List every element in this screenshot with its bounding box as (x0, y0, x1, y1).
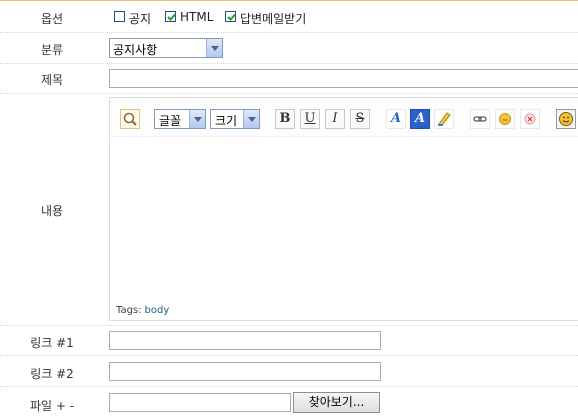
background-color-button[interactable]: A (410, 109, 430, 129)
underline-button[interactable]: U (300, 109, 320, 129)
reply-email-checkbox[interactable] (225, 11, 236, 22)
remove-format-icon[interactable] (520, 109, 540, 129)
editor-toolbar: 글꼴 크기 B U I S A A (110, 98, 578, 137)
checkmark-icon (167, 13, 176, 21)
row-divider (0, 63, 578, 64)
link2-label: 링크 #2 (30, 367, 74, 381)
row-divider (0, 386, 578, 387)
strikethrough-button[interactable]: S (350, 109, 370, 129)
file-label: 파일 + - (29, 399, 75, 413)
font-color-button[interactable]: A (386, 109, 406, 129)
italic-button[interactable]: I (325, 109, 345, 129)
notice-checkbox-label: 공지 (129, 12, 152, 26)
tags-value[interactable]: body (145, 305, 170, 316)
title-label: 제목 (40, 73, 64, 87)
search-icon[interactable] (120, 109, 140, 129)
title-input[interactable] (109, 69, 578, 88)
tags-label: Tags: (116, 305, 142, 316)
chevron-down-icon[interactable] (206, 39, 222, 57)
chevron-down-icon[interactable] (243, 110, 259, 128)
link1-input[interactable] (109, 331, 381, 350)
smiley-icon[interactable] (556, 109, 576, 129)
tags-path: Tags: body (116, 305, 169, 316)
category-select[interactable]: 공지사항 (109, 38, 223, 58)
link-icon[interactable] (470, 109, 490, 129)
font-family-value: 글꼴 (159, 114, 182, 128)
content-editor[interactable]: 글꼴 크기 B U I S A A Tags: body (109, 97, 578, 321)
font-family-select[interactable]: 글꼴 (154, 109, 206, 129)
bold-button[interactable]: B (275, 109, 295, 129)
browse-button[interactable]: 찾아보기... (293, 392, 380, 413)
chevron-down-icon[interactable] (189, 110, 205, 128)
row-divider (0, 355, 578, 356)
category-selected-value: 공지사항 (113, 43, 158, 57)
top-accent-line (0, 0, 578, 1)
highlighter-icon[interactable] (434, 109, 454, 129)
file-input[interactable] (109, 393, 291, 412)
link2-input[interactable] (109, 362, 381, 381)
category-label: 분류 (40, 43, 64, 57)
row-divider (0, 325, 578, 326)
options-label: 옵션 (40, 12, 64, 26)
checkmark-icon (227, 13, 236, 21)
row-divider (0, 93, 578, 94)
font-size-select[interactable]: 크기 (210, 109, 260, 129)
link1-label: 링크 #1 (30, 336, 74, 350)
html-checkbox[interactable] (165, 11, 176, 22)
emoticon-icon[interactable] (495, 109, 515, 129)
content-label: 내용 (40, 204, 64, 218)
row-divider (0, 32, 578, 33)
notice-checkbox[interactable] (114, 11, 125, 22)
reply-email-checkbox-label: 답변메일받기 (240, 12, 307, 26)
html-checkbox-label: HTML (180, 10, 214, 24)
font-size-value: 크기 (215, 114, 238, 128)
